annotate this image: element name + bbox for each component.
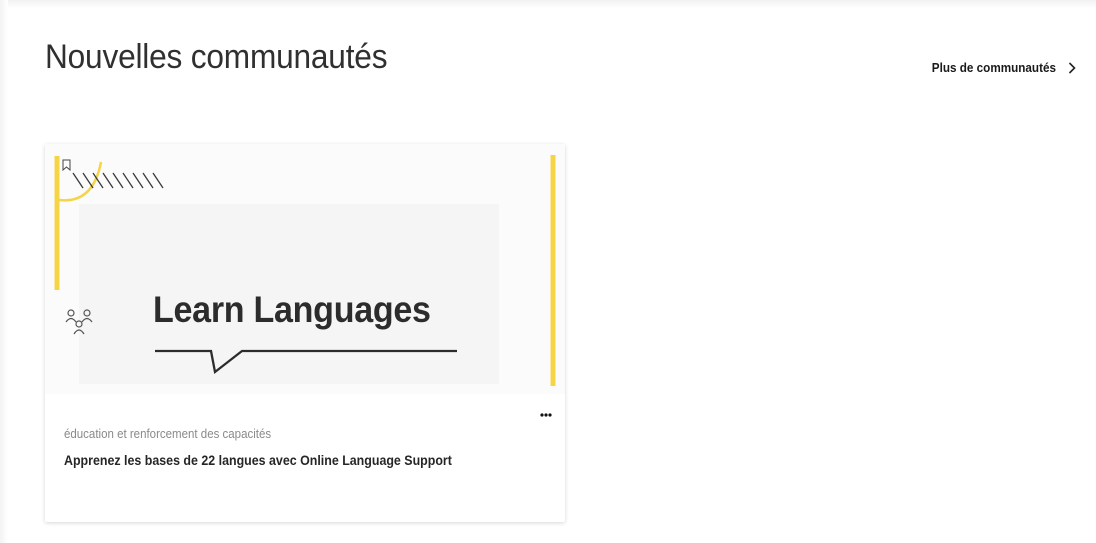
bookmark-icon[interactable]: [62, 159, 71, 171]
community-title[interactable]: Apprenez les bases de 22 langues avec On…: [64, 453, 452, 468]
more-communities-label: Plus de communautés: [931, 60, 1056, 75]
more-options-icon[interactable]: [539, 412, 553, 418]
community-banner-image: Learn Languages: [45, 144, 565, 394]
left-divider: [0, 0, 8, 543]
communities-page: Nouvelles communautés Plus de communauté…: [0, 0, 1096, 543]
banner-artwork: [45, 144, 565, 394]
community-card[interactable]: Learn Languages éducation et renforcemen…: [45, 144, 565, 522]
community-category: éducation et renforcement des capacités: [64, 427, 272, 441]
more-communities-link[interactable]: Plus de communautés: [918, 60, 1076, 75]
top-divider: [0, 0, 1096, 8]
section-title: Nouvelles communautés: [45, 38, 388, 76]
banner-text: Learn Languages: [153, 289, 431, 330]
chevron-right-icon: [1068, 61, 1076, 74]
members-icon: [65, 309, 93, 335]
